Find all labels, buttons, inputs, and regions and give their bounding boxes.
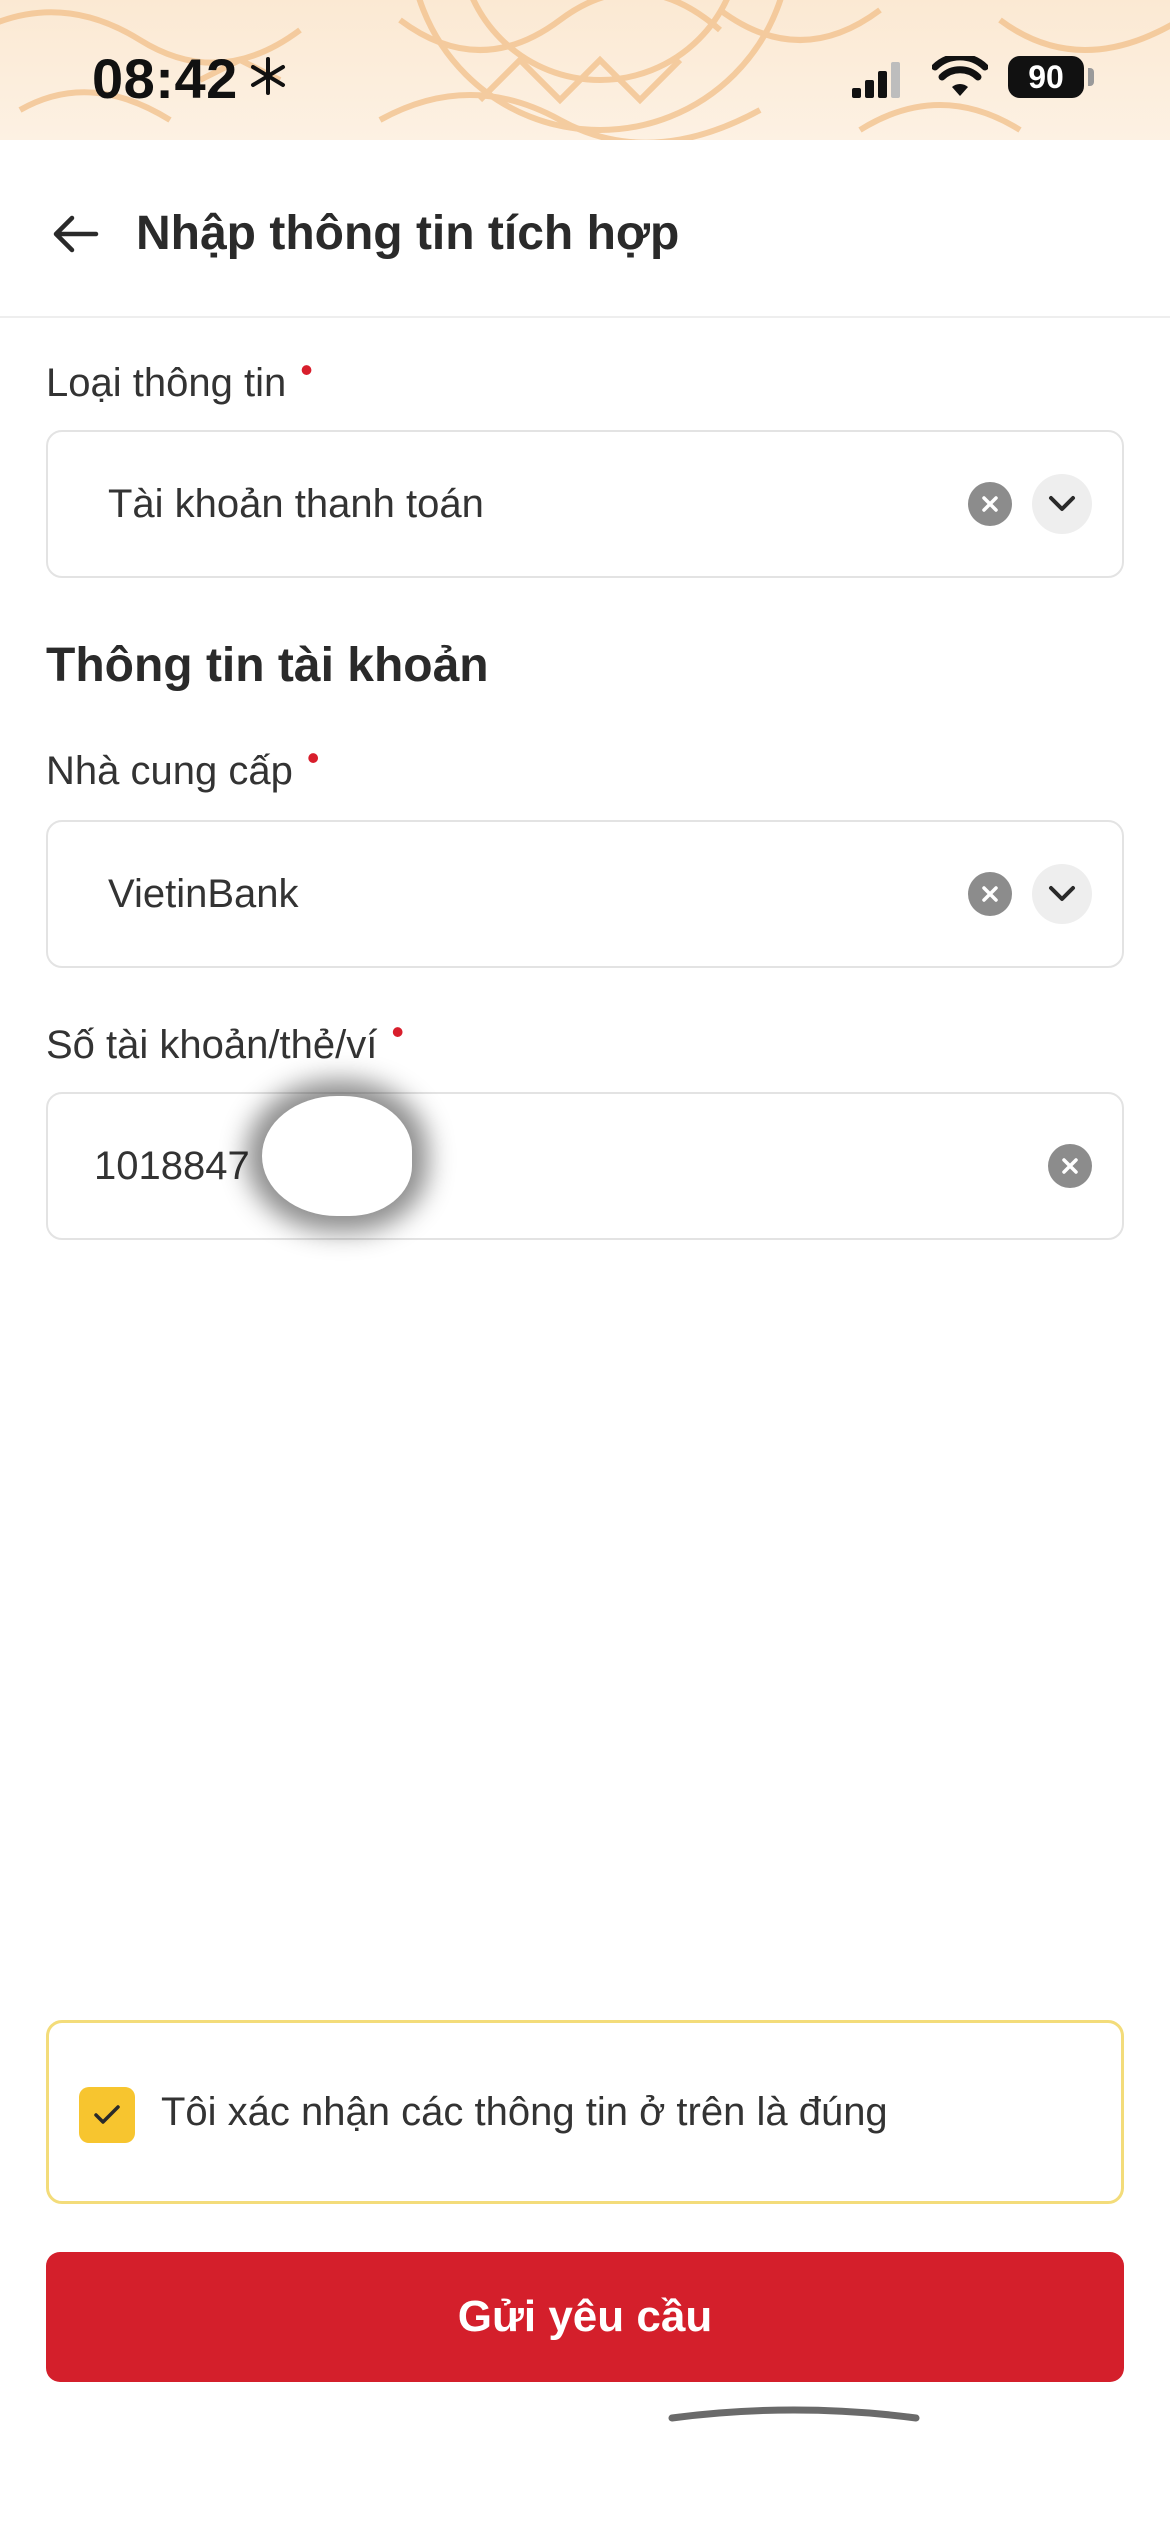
- required-mark: •: [306, 737, 320, 778]
- info-type-label-text: Loại thông tin: [46, 361, 287, 405]
- status-bar: 08:42 90: [0, 0, 1170, 140]
- confirm-text: Tôi xác nhận các thông tin ở trên là đún…: [161, 2090, 888, 2134]
- page-title: Nhập thông tin tích hợp: [136, 207, 680, 260]
- account-number-value: 1018847: [94, 1144, 250, 1188]
- info-type-dropdown-button[interactable]: [1032, 474, 1092, 534]
- provider-select[interactable]: VietinBank: [46, 820, 1124, 968]
- required-mark: •: [391, 1011, 404, 1052]
- battery-cap: [1088, 68, 1094, 86]
- chevron-down-icon: [1049, 496, 1075, 511]
- section-title: Thông tin tài khoản: [46, 639, 489, 692]
- back-button[interactable]: [44, 202, 108, 266]
- clear-icon: [1062, 1158, 1078, 1174]
- clear-account-number-button[interactable]: [1048, 1144, 1092, 1188]
- back-arrow-icon: [53, 215, 99, 253]
- clear-info-type-button[interactable]: [968, 482, 1012, 526]
- account-number-label-text: Số tài khoản/thẻ/ví: [46, 1023, 378, 1067]
- confirm-box: Tôi xác nhận các thông tin ở trên là đún…: [46, 2020, 1124, 2204]
- status-time: 08:42: [92, 47, 238, 110]
- chevron-down-icon: [1049, 886, 1075, 901]
- provider-dropdown-button[interactable]: [1032, 864, 1092, 924]
- check-icon: [94, 2105, 120, 2124]
- confirm-checkbox[interactable]: [79, 2087, 135, 2143]
- provider-value: VietinBank: [108, 872, 299, 916]
- provider-label: Nhà cung cấp •: [46, 737, 319, 797]
- header: Nhập thông tin tích hợp: [0, 140, 1170, 318]
- clear-provider-button[interactable]: [968, 872, 1012, 916]
- home-indicator: [668, 2406, 920, 2422]
- info-type-select[interactable]: Tài khoản thanh toán: [46, 430, 1124, 578]
- account-number-label: Số tài khoản/thẻ/ví •: [46, 1011, 404, 1071]
- info-type-value: Tài khoản thanh toán: [108, 482, 484, 526]
- wifi-icon: [932, 56, 988, 96]
- clear-icon: [982, 496, 998, 512]
- battery-indicator: 90: [1008, 56, 1084, 98]
- snowflake-icon: [251, 57, 285, 95]
- redaction-mark: [262, 1096, 412, 1216]
- account-number-input[interactable]: 1018847: [46, 1092, 1124, 1240]
- required-mark: •: [300, 349, 313, 390]
- info-type-label: Loại thông tin •: [46, 349, 313, 409]
- clear-icon: [982, 886, 998, 902]
- signal-icon: [852, 62, 900, 98]
- submit-button[interactable]: Gửi yêu cầu: [46, 2252, 1124, 2382]
- provider-label-text: Nhà cung cấp: [46, 749, 293, 793]
